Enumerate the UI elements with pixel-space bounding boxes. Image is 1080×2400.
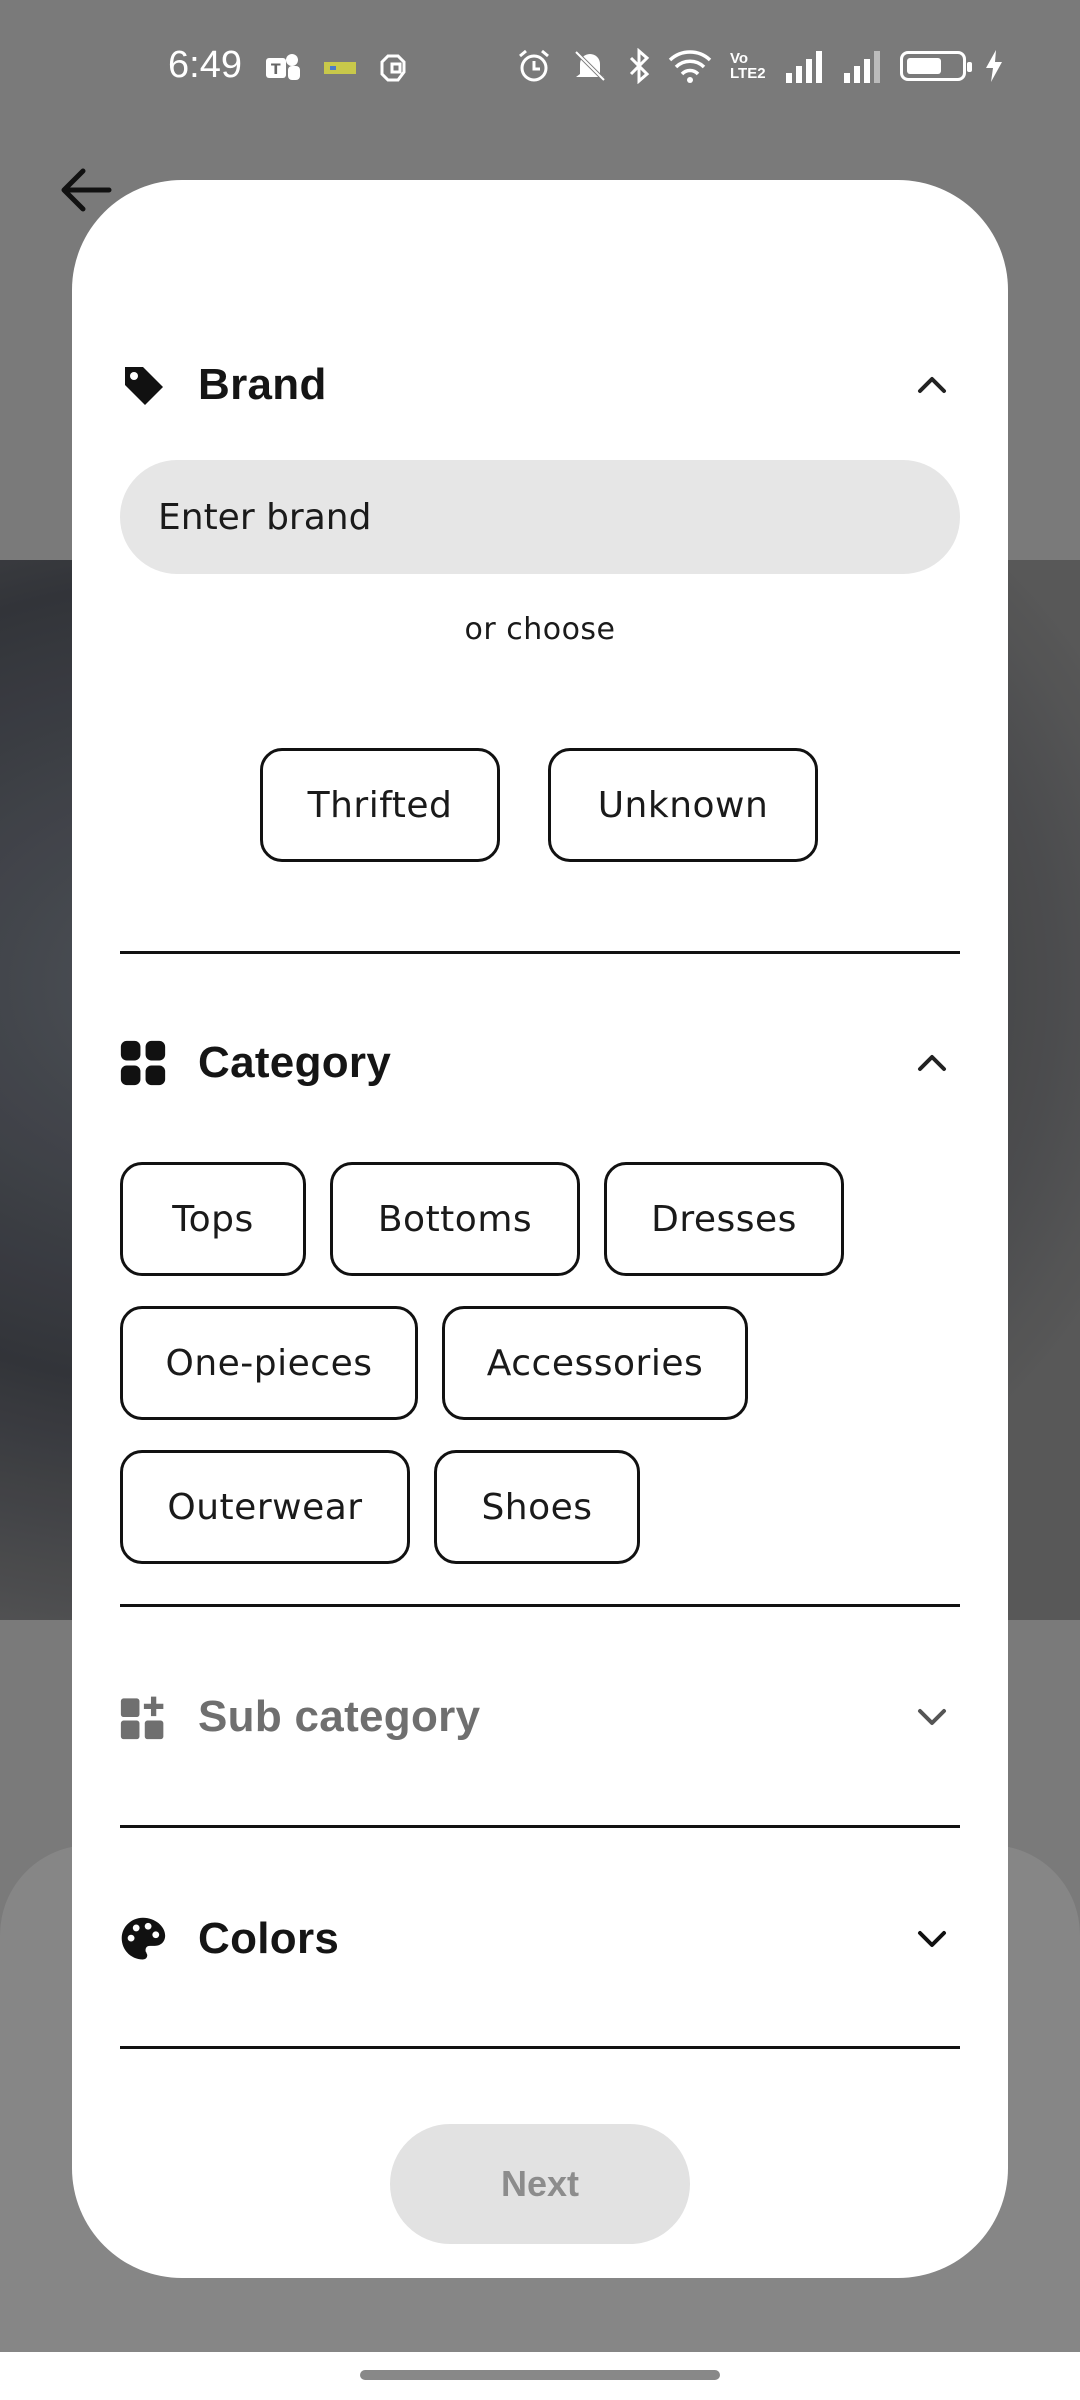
- palette-icon: [120, 1916, 166, 1962]
- chevron-down-icon[interactable]: [914, 1921, 950, 1957]
- widgets-add-icon: [120, 1694, 166, 1740]
- sub-category-title: Sub category: [198, 1692, 481, 1741]
- home-indicator[interactable]: [360, 2370, 720, 2380]
- category-option-one-pieces[interactable]: One-pieces: [120, 1306, 418, 1420]
- bluetooth-icon: [629, 48, 650, 84]
- category-title: Category: [198, 1038, 392, 1087]
- pixel-game-icon: [324, 62, 356, 74]
- volte-icon: Vo LTE2: [730, 50, 766, 82]
- brand-header[interactable]: Brand: [120, 350, 960, 420]
- chevron-up-icon[interactable]: [914, 367, 950, 403]
- system-icons: Vo LTE2: [516, 48, 1004, 84]
- status-time: 6:49: [168, 44, 242, 86]
- divider: [120, 2046, 960, 2049]
- signal-icon: [786, 51, 822, 83]
- category-option-outerwear[interactable]: Outerwear: [120, 1450, 410, 1564]
- tag-icon: [120, 362, 166, 408]
- category-option-accessories[interactable]: Accessories: [442, 1306, 748, 1420]
- category-option-bottoms[interactable]: Bottoms: [330, 1162, 580, 1276]
- chevron-up-icon[interactable]: [914, 1045, 950, 1081]
- wifi-icon: [668, 50, 712, 83]
- brand-title: Brand: [198, 360, 327, 409]
- next-button[interactable]: Next: [390, 2124, 690, 2244]
- alarm-icon: [519, 49, 549, 82]
- brand-section: Brand or choose Thrifted Unknown: [120, 350, 960, 1030]
- brand-option-thrifted[interactable]: Thrifted: [260, 748, 500, 862]
- notification-icons: T: [264, 50, 414, 86]
- charging-icon: [986, 50, 1002, 82]
- category-option-shoes[interactable]: Shoes: [434, 1450, 640, 1564]
- category-header[interactable]: Category: [120, 1028, 960, 1098]
- colors-title: Colors: [198, 1914, 340, 1963]
- copilot-icon: [380, 54, 406, 82]
- brand-option-unknown[interactable]: Unknown: [548, 748, 818, 862]
- category-option-dresses[interactable]: Dresses: [604, 1162, 844, 1276]
- item-details-modal: Brand or choose Thrifted Unknown Categor…: [72, 180, 1008, 2278]
- grid-icon: [120, 1040, 166, 1086]
- svg-text:T: T: [271, 62, 281, 78]
- arrow-left-icon: [61, 168, 112, 212]
- divider: [120, 1825, 960, 1828]
- or-choose-label: or choose: [464, 612, 616, 647]
- mute-icon: [574, 50, 606, 82]
- battery-icon: [900, 51, 972, 81]
- sub-category-section: Sub category: [120, 1682, 960, 1762]
- chevron-down-icon[interactable]: [914, 1699, 950, 1735]
- signal-icon-2: [844, 51, 880, 83]
- sub-category-header[interactable]: Sub category: [120, 1682, 960, 1752]
- status-bar: 6:49 T Vo LTE2: [0, 0, 1080, 140]
- colors-section: Colors: [120, 1904, 960, 1984]
- brand-input[interactable]: [120, 460, 960, 574]
- divider: [120, 1604, 960, 1607]
- category-option-tops[interactable]: Tops: [120, 1162, 306, 1276]
- teams-icon: T: [266, 54, 300, 80]
- colors-header[interactable]: Colors: [120, 1904, 960, 1974]
- divider: [120, 951, 960, 954]
